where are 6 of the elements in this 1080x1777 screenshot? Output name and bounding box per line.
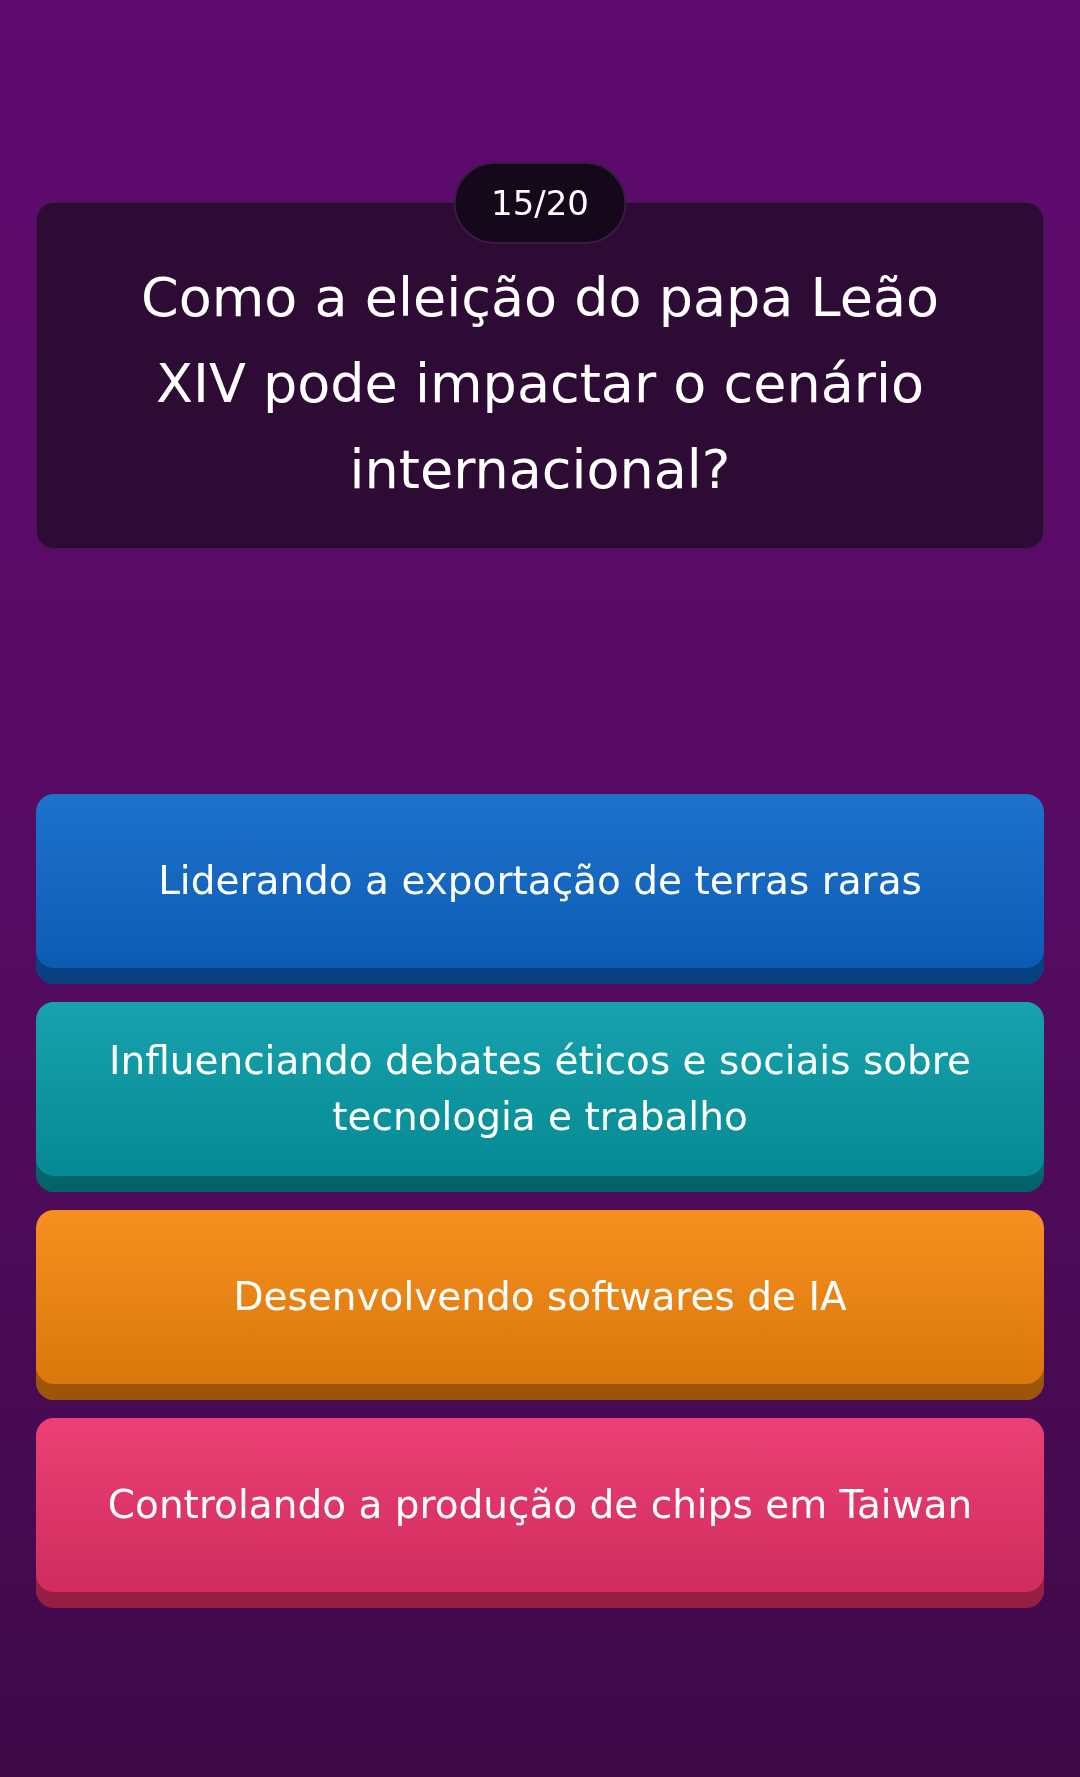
answer-button[interactable]: Liderando a exportação de terras raras: [36, 794, 1044, 984]
question-counter: 15/20: [453, 162, 627, 244]
answer-button[interactable]: Controlando a produção de chips em Taiwan: [36, 1418, 1044, 1608]
answer-button[interactable]: Desenvolvendo softwares de IA: [36, 1210, 1044, 1400]
question-text: Como a eleição do papa Leão XIV pode impactar o cenário internacional?: [139, 264, 941, 503]
answer-button[interactable]: Influenciando debates éticos e sociais sobre tecnologia e trabalho: [36, 1002, 1044, 1192]
